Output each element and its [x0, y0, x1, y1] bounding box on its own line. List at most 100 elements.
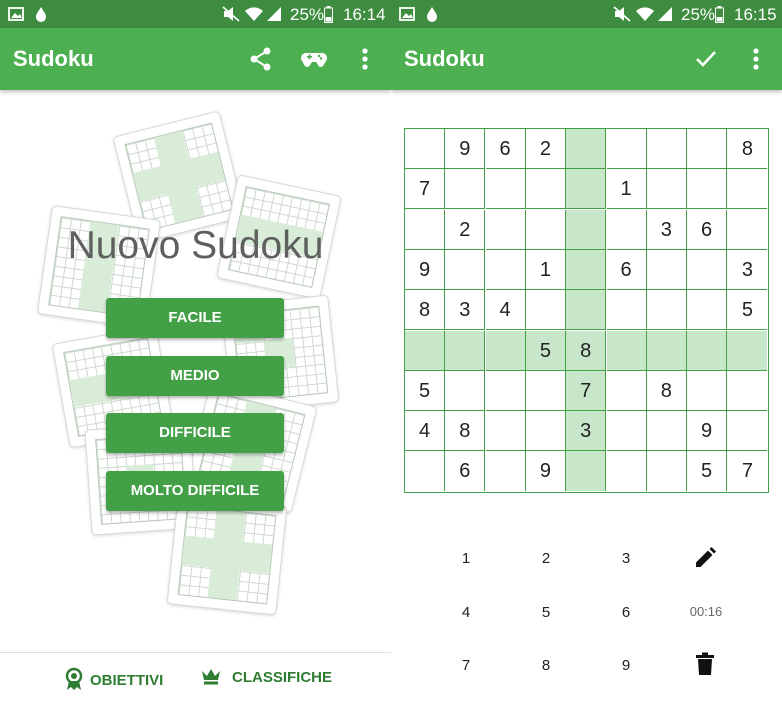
grid-cell[interactable]: [606, 370, 647, 411]
grid-cell[interactable]: [687, 330, 728, 371]
grid-cell[interactable]: [566, 451, 607, 492]
number-key-6[interactable]: 6: [596, 604, 656, 621]
number-key-8[interactable]: 8: [516, 657, 576, 674]
grid-cell[interactable]: 8: [445, 411, 486, 452]
grid-cell[interactable]: [405, 209, 445, 250]
grid-cell[interactable]: 1: [606, 169, 647, 210]
grid-cell[interactable]: [525, 169, 566, 210]
overflow-menu-icon[interactable]: [742, 45, 770, 73]
grid-cell[interactable]: 2: [525, 129, 566, 169]
grid-cell[interactable]: [727, 411, 768, 452]
grid-cell[interactable]: [405, 129, 445, 169]
grid-cell[interactable]: 8: [566, 330, 607, 371]
grid-cell[interactable]: [606, 209, 647, 250]
grid-cell[interactable]: 9: [445, 129, 486, 169]
grid-cell[interactable]: [566, 249, 607, 290]
grid-cell[interactable]: [646, 249, 687, 290]
grid-cell[interactable]: 6: [485, 129, 526, 169]
grid-cell[interactable]: [646, 129, 687, 169]
grid-cell[interactable]: [727, 210, 768, 250]
share-icon[interactable]: [247, 45, 275, 73]
number-key-2[interactable]: 2: [516, 550, 576, 567]
very-hard-button[interactable]: MOLTO DIFFICILE: [106, 471, 284, 511]
easy-button[interactable]: FACILE: [106, 298, 284, 338]
grid-cell[interactable]: 7: [566, 370, 607, 411]
grid-cell[interactable]: 9: [405, 249, 445, 290]
number-key-3[interactable]: 3: [596, 550, 656, 567]
grid-cell[interactable]: 8: [727, 129, 768, 169]
grid-cell[interactable]: [445, 330, 486, 371]
grid-cell[interactable]: [445, 169, 486, 210]
grid-cell[interactable]: 5: [687, 451, 728, 492]
number-key-4[interactable]: 4: [436, 604, 496, 621]
grid-cell[interactable]: [485, 209, 526, 250]
grid-cell[interactable]: [525, 290, 566, 331]
grid-cell[interactable]: 6: [445, 451, 486, 492]
trash-icon[interactable]: [695, 652, 715, 676]
grid-cell[interactable]: [566, 290, 607, 331]
grid-cell[interactable]: [687, 169, 728, 210]
check-icon[interactable]: [692, 45, 720, 73]
grid-cell[interactable]: [405, 451, 445, 492]
grid-cell[interactable]: [687, 129, 728, 169]
number-key-1[interactable]: 1: [436, 550, 496, 567]
leaderboards-button[interactable]: CLASSIFICHE: [200, 667, 332, 686]
grid-cell[interactable]: 5: [525, 330, 566, 371]
grid-cell[interactable]: [727, 330, 768, 371]
gamepad-icon[interactable]: [300, 45, 328, 73]
grid-cell[interactable]: [646, 330, 687, 371]
grid-cell[interactable]: 3: [646, 209, 687, 250]
grid-cell[interactable]: [646, 411, 687, 452]
grid-cell[interactable]: [566, 169, 607, 210]
grid-cell[interactable]: [485, 411, 526, 452]
grid-cell[interactable]: [606, 411, 647, 452]
grid-cell[interactable]: 4: [405, 411, 445, 452]
grid-cell[interactable]: [485, 249, 526, 290]
pencil-icon[interactable]: [693, 546, 717, 570]
grid-cell[interactable]: [486, 451, 526, 492]
grid-cell[interactable]: [647, 451, 687, 492]
hard-button[interactable]: DIFFICILE: [106, 413, 284, 453]
medium-button[interactable]: MEDIO: [106, 356, 284, 396]
grid-cell[interactable]: [405, 330, 445, 371]
overflow-menu-icon[interactable]: [351, 45, 379, 73]
grid-cell[interactable]: [485, 370, 526, 411]
grid-cell[interactable]: [727, 169, 768, 210]
grid-cell[interactable]: [607, 451, 647, 492]
number-key-5[interactable]: 5: [516, 604, 576, 621]
grid-cell[interactable]: [566, 209, 607, 250]
grid-cell[interactable]: 6: [687, 209, 728, 250]
number-key-9[interactable]: 9: [596, 657, 656, 674]
grid-cell[interactable]: [606, 290, 647, 331]
grid-cell[interactable]: [445, 249, 486, 290]
grid-cell[interactable]: [687, 290, 728, 331]
grid-cell[interactable]: 1: [525, 249, 566, 290]
grid-cell[interactable]: 6: [606, 249, 647, 290]
grid-cell[interactable]: 4: [485, 290, 526, 331]
grid-cell[interactable]: 7: [405, 169, 445, 210]
grid-cell[interactable]: [485, 330, 526, 371]
grid-cell[interactable]: [727, 371, 768, 411]
grid-cell[interactable]: 3: [445, 290, 486, 331]
grid-cell[interactable]: 3: [566, 411, 607, 452]
grid-cell[interactable]: [525, 411, 566, 452]
achievements-button[interactable]: OBIETTIVI: [64, 667, 163, 691]
grid-cell[interactable]: 5: [405, 370, 445, 411]
grid-cell[interactable]: [525, 370, 566, 411]
grid-cell[interactable]: 9: [526, 451, 566, 492]
grid-cell[interactable]: 2: [445, 209, 486, 250]
number-key-7[interactable]: 7: [436, 657, 496, 674]
grid-cell[interactable]: 5: [727, 290, 768, 331]
grid-cell[interactable]: [525, 209, 566, 250]
grid-cell[interactable]: 3: [727, 250, 768, 290]
grid-cell[interactable]: [445, 370, 486, 411]
grid-cell[interactable]: 8: [646, 370, 687, 411]
grid-cell[interactable]: [485, 169, 526, 210]
grid-cell[interactable]: 8: [405, 290, 445, 331]
grid-cell[interactable]: 9: [687, 411, 728, 452]
grid-cell[interactable]: 7: [727, 451, 767, 491]
grid-cell[interactable]: [646, 290, 687, 331]
grid-cell[interactable]: [606, 330, 647, 371]
grid-cell[interactable]: [606, 129, 647, 169]
grid-cell[interactable]: [687, 370, 728, 411]
